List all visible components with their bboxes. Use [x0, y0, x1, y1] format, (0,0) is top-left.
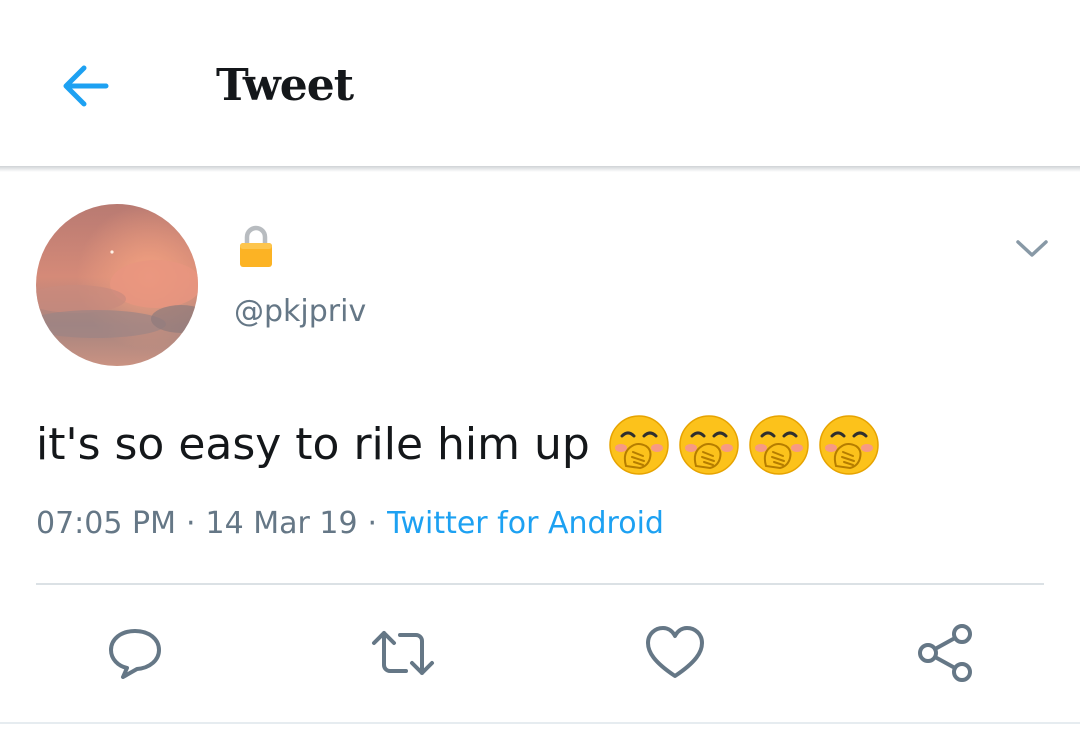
tweet-detail-screen: Tweet @pkjpriv it's so easy to rile him … [0, 0, 1080, 731]
user-handle[interactable]: @pkjpriv [234, 290, 366, 334]
tweet-date: 14 Mar 19 [205, 506, 358, 541]
hand-over-mouth-emoji [749, 415, 809, 475]
chevron-down-icon [1016, 240, 1048, 257]
app-header: Tweet [0, 0, 1080, 168]
emoji-group [608, 414, 880, 476]
back-button[interactable] [52, 54, 116, 118]
hand-over-mouth-emoji [609, 415, 669, 475]
tweet-source-link[interactable]: Twitter for Android [387, 506, 664, 541]
tweet-body: it's so easy to rile him up [36, 412, 880, 478]
avatar-image [36, 204, 198, 366]
like-button[interactable] [642, 620, 708, 686]
header-divider [0, 166, 1080, 172]
reply-button[interactable] [102, 620, 168, 686]
retweet-button[interactable] [370, 620, 436, 686]
hand-over-mouth-emoji [819, 415, 879, 475]
tweet-options-button[interactable] [1008, 228, 1056, 268]
avatar[interactable] [36, 204, 198, 366]
tweet-metadata: 07:05 PM · 14 Mar 19 · Twitter for Android [36, 502, 664, 546]
reply-icon [109, 629, 161, 679]
hand-over-mouth-emoji [679, 415, 739, 475]
divider [36, 583, 1044, 585]
share-icon [918, 624, 972, 682]
arrow-left-icon [63, 65, 109, 107]
lock-icon [238, 224, 274, 268]
heart-icon [646, 626, 704, 678]
divider [0, 722, 1080, 724]
separator: · [185, 506, 196, 541]
tweet-time: 07:05 PM [36, 506, 176, 541]
page-title: Tweet [216, 60, 354, 111]
share-button[interactable] [912, 620, 978, 686]
separator: · [367, 506, 378, 541]
retweet-icon [372, 631, 434, 675]
tweet-text: it's so easy to rile him up [36, 419, 590, 470]
